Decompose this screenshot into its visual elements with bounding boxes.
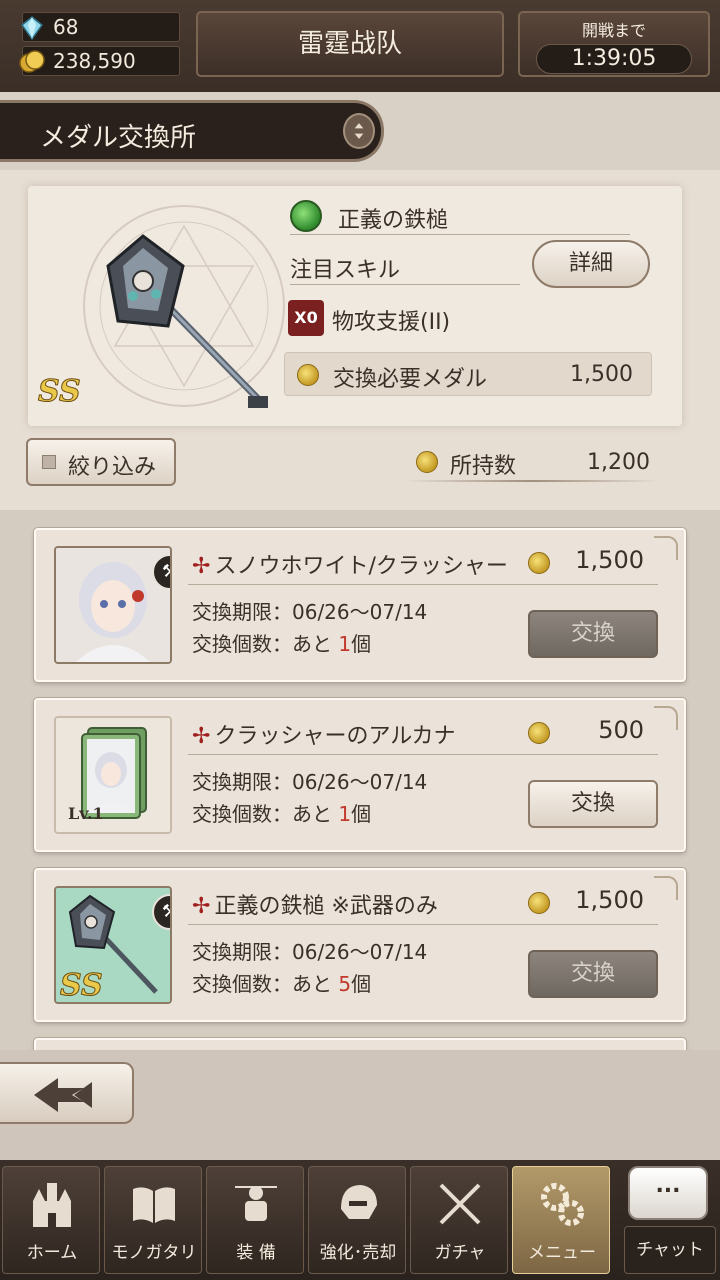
exchange-item-row: ⚒ SS ✢正義の鉄槌 ※武器のみ 1,500 交換期限：06/26〜07/14… xyxy=(34,868,686,1022)
medal-icon xyxy=(416,451,438,473)
medal-icon xyxy=(528,892,550,914)
detail-button[interactable]: 詳細 xyxy=(532,240,650,288)
gem-icon xyxy=(20,16,44,41)
divider xyxy=(290,234,630,235)
card-level-label: Lv.1 xyxy=(68,804,104,823)
battle-countdown-timer: 1:39:05 xyxy=(536,44,692,74)
section-header: メダル交換所 xyxy=(0,100,384,162)
coin-counter[interactable]: 238,590 xyxy=(19,46,180,76)
rank-ss-badge: SS xyxy=(60,968,104,1003)
crossed-swords-icon xyxy=(439,1183,481,1225)
chat-bubble-icon: ... xyxy=(628,1166,708,1220)
rank-ss-badge: SS xyxy=(38,374,82,410)
nav-menu[interactable]: メニュー xyxy=(512,1166,610,1274)
nav-home-label: ホーム xyxy=(26,1243,78,1263)
nav-upgrade-sell-label: 強化･売却 xyxy=(319,1243,397,1263)
cross-icon: ✢ xyxy=(192,894,211,919)
coin-count: 238,590 xyxy=(53,49,136,73)
required-medal-label: 交換必要メダル xyxy=(333,367,488,392)
wind-element-icon xyxy=(290,200,322,232)
item-title: ✢ スノウホワイト/クラッシャー xyxy=(192,554,508,579)
helmet-icon xyxy=(341,1185,377,1219)
required-medal-row: 交換必要メダル 1,500 xyxy=(284,352,652,396)
corner-ornament xyxy=(654,876,678,900)
character-thumbnail[interactable]: ⚒ xyxy=(54,546,172,664)
nav-equipment[interactable]: 装 備 xyxy=(206,1166,304,1274)
gem-counter[interactable]: 68 xyxy=(20,12,180,42)
nav-story[interactable]: モノガタリ xyxy=(104,1166,202,1274)
medal-icon xyxy=(297,364,319,386)
chat-button[interactable]: ... チャット xyxy=(620,1166,716,1274)
book-icon xyxy=(133,1187,175,1223)
corner-ornament xyxy=(654,706,678,730)
filter-button[interactable]: 絞り込み xyxy=(26,438,176,486)
weapon-name: 正義の鉄槌 xyxy=(338,208,449,233)
cross-icon: ✢ xyxy=(192,724,211,749)
divider xyxy=(188,584,658,585)
corner-ornament xyxy=(654,536,678,560)
owned-medals-value: 1,200 xyxy=(587,450,650,475)
nav-gacha[interactable]: ガチャ xyxy=(410,1166,508,1274)
nav-gacha-label: ガチャ xyxy=(434,1243,486,1263)
top-status-bar: 68 238,590 雷霆战队 開戦まで 1:39:05 xyxy=(0,0,720,92)
team-name-button[interactable]: 雷霆战队 xyxy=(196,11,504,77)
featured-item-card: SS 正義の鉄槌 注目スキル 詳細 X0 物攻支援(II) 交換必要メダル 1,… xyxy=(28,186,682,426)
skill-support-icon: X0 xyxy=(288,300,324,336)
item-cost: 500 xyxy=(598,716,644,744)
divider xyxy=(290,284,520,285)
exchange-button[interactable]: 交換 xyxy=(528,950,658,998)
exchange-count: 交換個数：あと 1個 xyxy=(192,632,372,656)
divider xyxy=(188,924,658,925)
item-cost: 1,500 xyxy=(575,886,644,914)
exchange-item-list[interactable]: ⚒ ✢スノウホワイト/クラッシャー 1,500 交換期限：06/26〜07/14… xyxy=(0,510,720,1050)
nav-home[interactable]: ホーム xyxy=(2,1166,100,1274)
nav-equipment-label: 装 備 xyxy=(236,1243,276,1263)
battle-countdown[interactable]: 開戦まで 1:39:05 xyxy=(518,11,710,77)
nav-story-label: モノガタリ xyxy=(111,1243,197,1263)
item-cost: 1,500 xyxy=(575,546,644,574)
exchange-item-row xyxy=(34,1038,686,1050)
item-title: ✢ 正義の鉄槌 ※武器のみ xyxy=(192,894,438,919)
exchange-period: 交換期限：06/26〜07/14 xyxy=(192,600,428,624)
sort-toggle-icon[interactable] xyxy=(343,113,375,149)
divider xyxy=(188,754,658,755)
arcana-thumbnail[interactable]: Lv.1 xyxy=(54,716,172,834)
exchange-period: 交換期限：06/26〜07/14 xyxy=(192,770,428,794)
filter-button-label: 絞り込み xyxy=(68,455,157,480)
gem-count: 68 xyxy=(53,15,79,39)
item-title: ✢ クラッシャーのアルカナ xyxy=(192,724,456,749)
castle-icon xyxy=(33,1183,71,1227)
armor-icon xyxy=(235,1186,277,1221)
featured-skill-label: 注目スキル xyxy=(290,258,401,283)
battle-countdown-label: 開戦まで xyxy=(581,21,646,40)
gears-icon xyxy=(541,1183,584,1226)
exchange-count: 交換個数：あと 1個 xyxy=(192,802,372,826)
required-medal-value: 1,500 xyxy=(570,362,633,387)
bottom-navigation: ホーム モノガタリ 装 備 強化･売却 ガチャ メニュー ... チャット xyxy=(0,1160,720,1280)
cross-icon: ✢ xyxy=(192,554,211,579)
coin-icon xyxy=(19,50,45,73)
exchange-item-row: ⚒ ✢スノウホワイト/クラッシャー 1,500 交換期限：06/26〜07/14… xyxy=(34,528,686,682)
owned-medals: 所持数 1,200 xyxy=(404,442,660,482)
weapon-thumbnail[interactable]: ⚒ SS xyxy=(54,886,172,1004)
skill-name: 物攻支援(II) xyxy=(332,310,451,335)
exchange-button[interactable]: 交換 xyxy=(528,780,658,828)
exchange-button[interactable]: 交換 xyxy=(528,610,658,658)
medal-icon xyxy=(528,722,550,744)
exchange-period: 交換期限：06/26〜07/14 xyxy=(192,940,428,964)
featured-item-panel: SS 正義の鉄槌 注目スキル 詳細 X0 物攻支援(II) 交換必要メダル 1,… xyxy=(0,170,720,510)
checkbox-icon xyxy=(42,455,56,469)
page-title: メダル交換所 xyxy=(40,123,197,153)
nav-upgrade-sell[interactable]: 強化･売却 xyxy=(308,1166,406,1274)
chat-label: チャット xyxy=(624,1226,716,1274)
owned-medals-label: 所持数 xyxy=(450,454,517,479)
back-arrow-icon xyxy=(34,1078,92,1112)
exchange-item-row: Lv.1 ✢ クラッシャーのアルカナ 500 交換期限：06/26〜07/14 交… xyxy=(34,698,686,852)
medal-icon xyxy=(528,552,550,574)
hammer-weapon-image xyxy=(106,234,268,408)
back-button[interactable] xyxy=(0,1062,134,1124)
nav-menu-label: メニュー xyxy=(528,1243,596,1263)
divider xyxy=(404,480,660,482)
exchange-count: 交換個数：あと 5個 xyxy=(192,972,372,996)
